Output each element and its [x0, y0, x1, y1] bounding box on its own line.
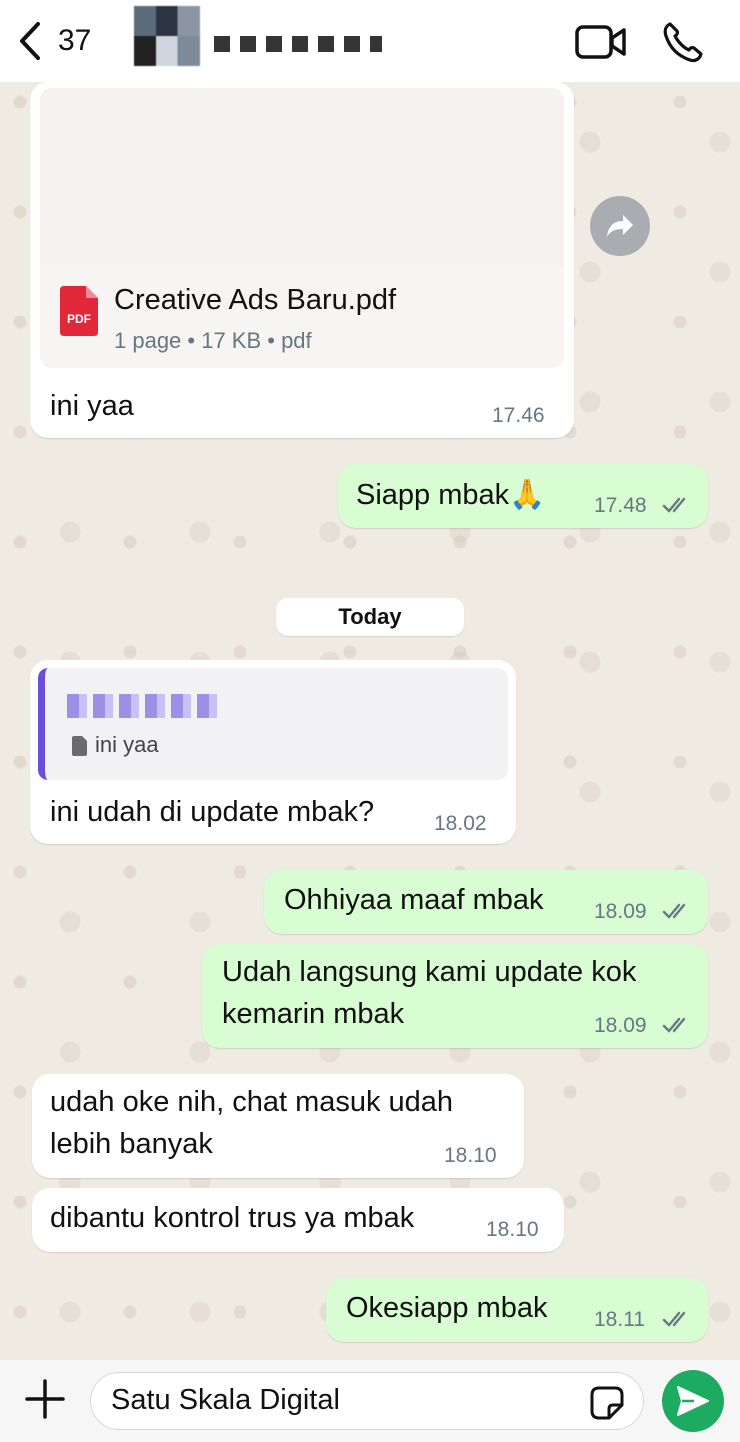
document-icon	[72, 736, 87, 756]
outgoing-message[interactable]: Siapp mbak🙏 17.48	[338, 464, 708, 528]
message-text: ini udah di update mbak?	[50, 796, 375, 828]
video-call-icon[interactable]	[574, 22, 628, 62]
contact-name-redacted[interactable]	[214, 36, 382, 52]
send-button[interactable]	[662, 1370, 724, 1432]
message-text: Ohhiyaa maaf mbak	[284, 884, 544, 916]
message-text-line1: udah oke nih, chat masuk udah	[50, 1086, 454, 1118]
date-separator: Today	[276, 598, 464, 636]
outgoing-message[interactable]: Udah langsung kami update kok kemarin mb…	[202, 944, 708, 1048]
incoming-message[interactable]: dibantu kontrol trus ya mbak 18.10	[32, 1188, 564, 1252]
voice-call-icon[interactable]	[660, 20, 704, 64]
composer-bar: Satu Skala Digital	[0, 1360, 740, 1442]
message-text: Okesiapp mbak	[346, 1292, 548, 1324]
message-time: 18.09	[594, 1014, 647, 1037]
message-text: dibantu kontrol trus ya mbak	[50, 1202, 415, 1234]
document-message[interactable]: PDF Creative Ads Baru.pdf 1 page • 17 KB…	[30, 82, 574, 438]
message-text-line1: Udah langsung kami update kok	[222, 956, 637, 988]
message-time: 18.10	[444, 1144, 497, 1167]
document-caption: ini yaa	[50, 390, 134, 422]
outgoing-message[interactable]: Ohhiyaa maaf mbak 18.09	[264, 870, 708, 934]
message-text-line2: lebih banyak	[50, 1128, 213, 1160]
read-receipt-icon	[662, 903, 686, 919]
message-time: 17.46	[492, 404, 545, 427]
incoming-message[interactable]: udah oke nih, chat masuk udah lebih bany…	[32, 1074, 524, 1178]
message-list[interactable]: PDF Creative Ads Baru.pdf 1 page • 17 KB…	[0, 82, 740, 1360]
message-input[interactable]: Satu Skala Digital	[90, 1372, 644, 1430]
message-time: 18.11	[594, 1308, 645, 1331]
message-time: 18.10	[486, 1218, 539, 1241]
forward-arrow-icon	[607, 215, 633, 237]
chat-header: 37	[0, 0, 740, 83]
message-text-line2: kemarin mbak	[222, 998, 405, 1030]
message-time: 18.02	[434, 812, 487, 835]
document-name: Creative Ads Baru.pdf	[114, 284, 397, 316]
read-receipt-icon	[662, 497, 686, 513]
send-arrow-icon	[677, 1386, 709, 1416]
back-chevron-icon[interactable]	[14, 20, 48, 62]
read-receipt-icon	[662, 1017, 686, 1033]
incoming-reply-message[interactable]: ini yaa ini udah di update mbak? 18.02	[30, 660, 516, 844]
document-meta: 1 page • 17 KB • pdf	[114, 328, 312, 353]
sticker-icon[interactable]	[589, 1385, 625, 1421]
pdf-file-icon: PDF	[60, 286, 98, 336]
contact-avatar[interactable]	[134, 6, 200, 66]
document-card[interactable]: PDF Creative Ads Baru.pdf 1 page • 17 KB…	[40, 88, 564, 368]
document-thumbnail	[40, 88, 564, 268]
read-receipt-icon	[662, 1311, 686, 1327]
pdf-badge-label: PDF	[67, 312, 91, 326]
quoted-message[interactable]: ini yaa	[38, 668, 508, 780]
forward-button[interactable]	[590, 196, 650, 256]
message-time: 18.09	[594, 900, 647, 923]
message-input-value: Satu Skala Digital	[111, 1384, 340, 1416]
unread-count[interactable]: 37	[58, 24, 91, 58]
message-text: Siapp mbak🙏	[356, 479, 546, 511]
outgoing-message[interactable]: Okesiapp mbak 18.11	[326, 1278, 708, 1342]
quoted-sender-redacted	[67, 694, 217, 718]
quoted-text: ini yaa	[95, 732, 159, 757]
plus-icon[interactable]	[24, 1378, 66, 1420]
message-time: 17.48	[594, 494, 647, 517]
